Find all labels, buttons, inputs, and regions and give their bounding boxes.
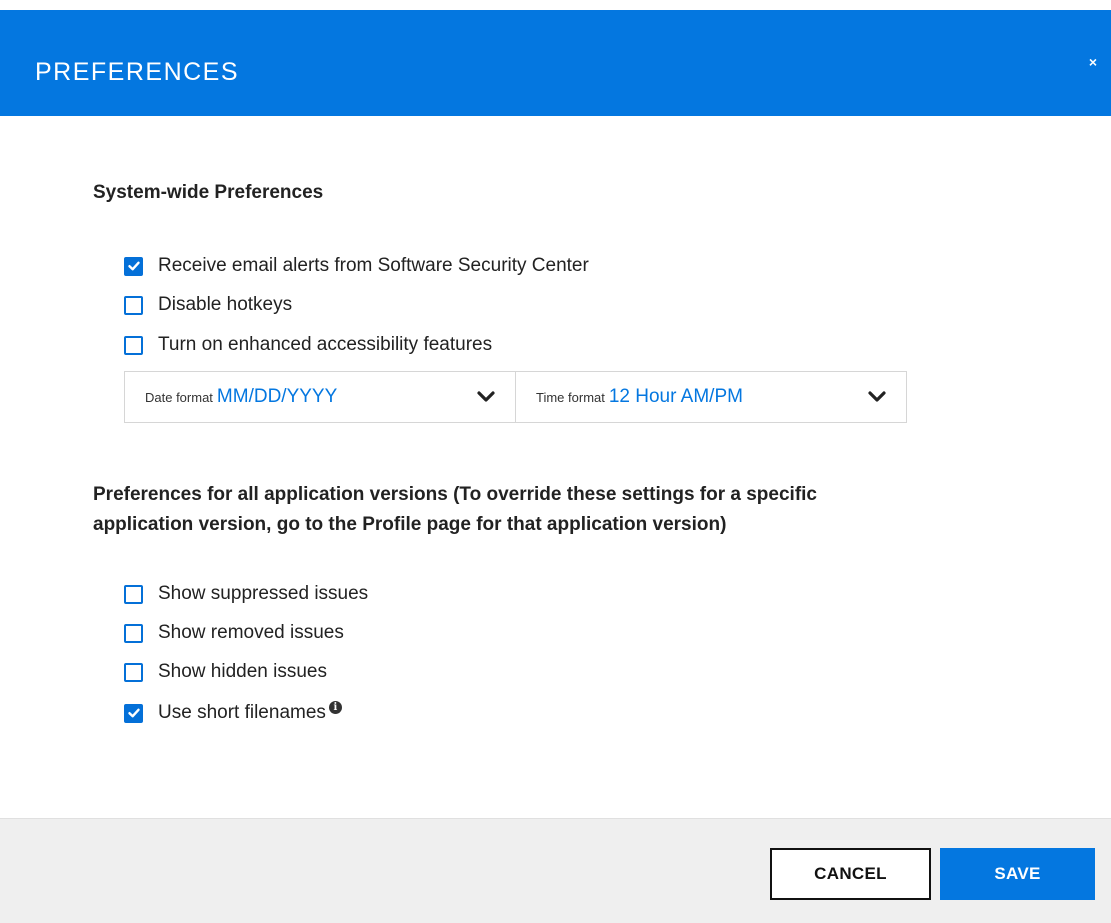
time-format-value: 12 Hour AM/PM bbox=[608, 386, 743, 407]
app-preferences-heading: Preferences for all application versions… bbox=[93, 480, 817, 540]
dialog-footer: CANCEL SAVE bbox=[0, 818, 1111, 923]
checkbox-unchecked-icon[interactable] bbox=[124, 662, 143, 682]
close-icon[interactable]: × bbox=[1089, 54, 1097, 70]
email-alerts-label: Receive email alerts from Software Secur… bbox=[158, 255, 589, 276]
chevron-down-icon[interactable] bbox=[868, 390, 886, 404]
date-format-value: MM/DD/YYYY bbox=[216, 386, 338, 407]
checkbox-checked-icon[interactable] bbox=[124, 703, 143, 723]
checkbox-unchecked-icon[interactable] bbox=[124, 584, 143, 604]
show-removed-checkbox[interactable]: Show removed issues bbox=[124, 621, 344, 645]
accessibility-checkbox[interactable]: Turn on enhanced accessibility features bbox=[124, 333, 492, 357]
format-selects: Date format MM/DD/YYYY Time format 12 Ho… bbox=[124, 371, 907, 423]
time-format-label: Time format bbox=[536, 389, 605, 405]
show-hidden-label: Show hidden issues bbox=[158, 661, 327, 682]
short-filenames-checkbox[interactable]: Use short filenames i bbox=[124, 700, 342, 725]
disable-hotkeys-checkbox[interactable]: Disable hotkeys bbox=[124, 293, 292, 317]
show-suppressed-checkbox[interactable]: Show suppressed issues bbox=[124, 582, 368, 606]
show-removed-label: Show removed issues bbox=[158, 622, 344, 643]
date-format-label: Date format bbox=[145, 389, 213, 405]
checkbox-unchecked-icon[interactable] bbox=[124, 295, 143, 315]
checkbox-unchecked-icon[interactable] bbox=[124, 623, 143, 643]
app-preferences-heading-line1: Preferences for all application versions… bbox=[93, 484, 817, 505]
disable-hotkeys-label: Disable hotkeys bbox=[158, 294, 293, 315]
email-alerts-checkbox[interactable]: Receive email alerts from Software Secur… bbox=[124, 254, 589, 278]
show-suppressed-label: Show suppressed issues bbox=[158, 583, 369, 604]
info-icon[interactable]: i bbox=[328, 700, 342, 714]
accessibility-label: Turn on enhanced accessibility features bbox=[158, 334, 493, 355]
system-preferences-heading: System-wide Preferences bbox=[93, 182, 324, 203]
save-button[interactable]: SAVE bbox=[940, 848, 1095, 900]
date-format-select[interactable]: Date format MM/DD/YYYY bbox=[124, 371, 516, 423]
app-preferences-heading-line2: application version, go to the Profile p… bbox=[93, 514, 727, 535]
chevron-down-icon[interactable] bbox=[477, 390, 495, 404]
cancel-button[interactable]: CANCEL bbox=[770, 848, 931, 900]
show-hidden-checkbox[interactable]: Show hidden issues bbox=[124, 660, 327, 684]
checkbox-checked-icon[interactable] bbox=[124, 256, 143, 276]
checkbox-unchecked-icon[interactable] bbox=[124, 335, 143, 355]
dialog-header: PREFERENCES × bbox=[0, 10, 1111, 116]
dialog-title: PREFERENCES bbox=[35, 58, 240, 86]
time-format-select[interactable]: Time format 12 Hour AM/PM bbox=[516, 371, 907, 423]
short-filenames-label: Use short filenames bbox=[158, 702, 326, 723]
